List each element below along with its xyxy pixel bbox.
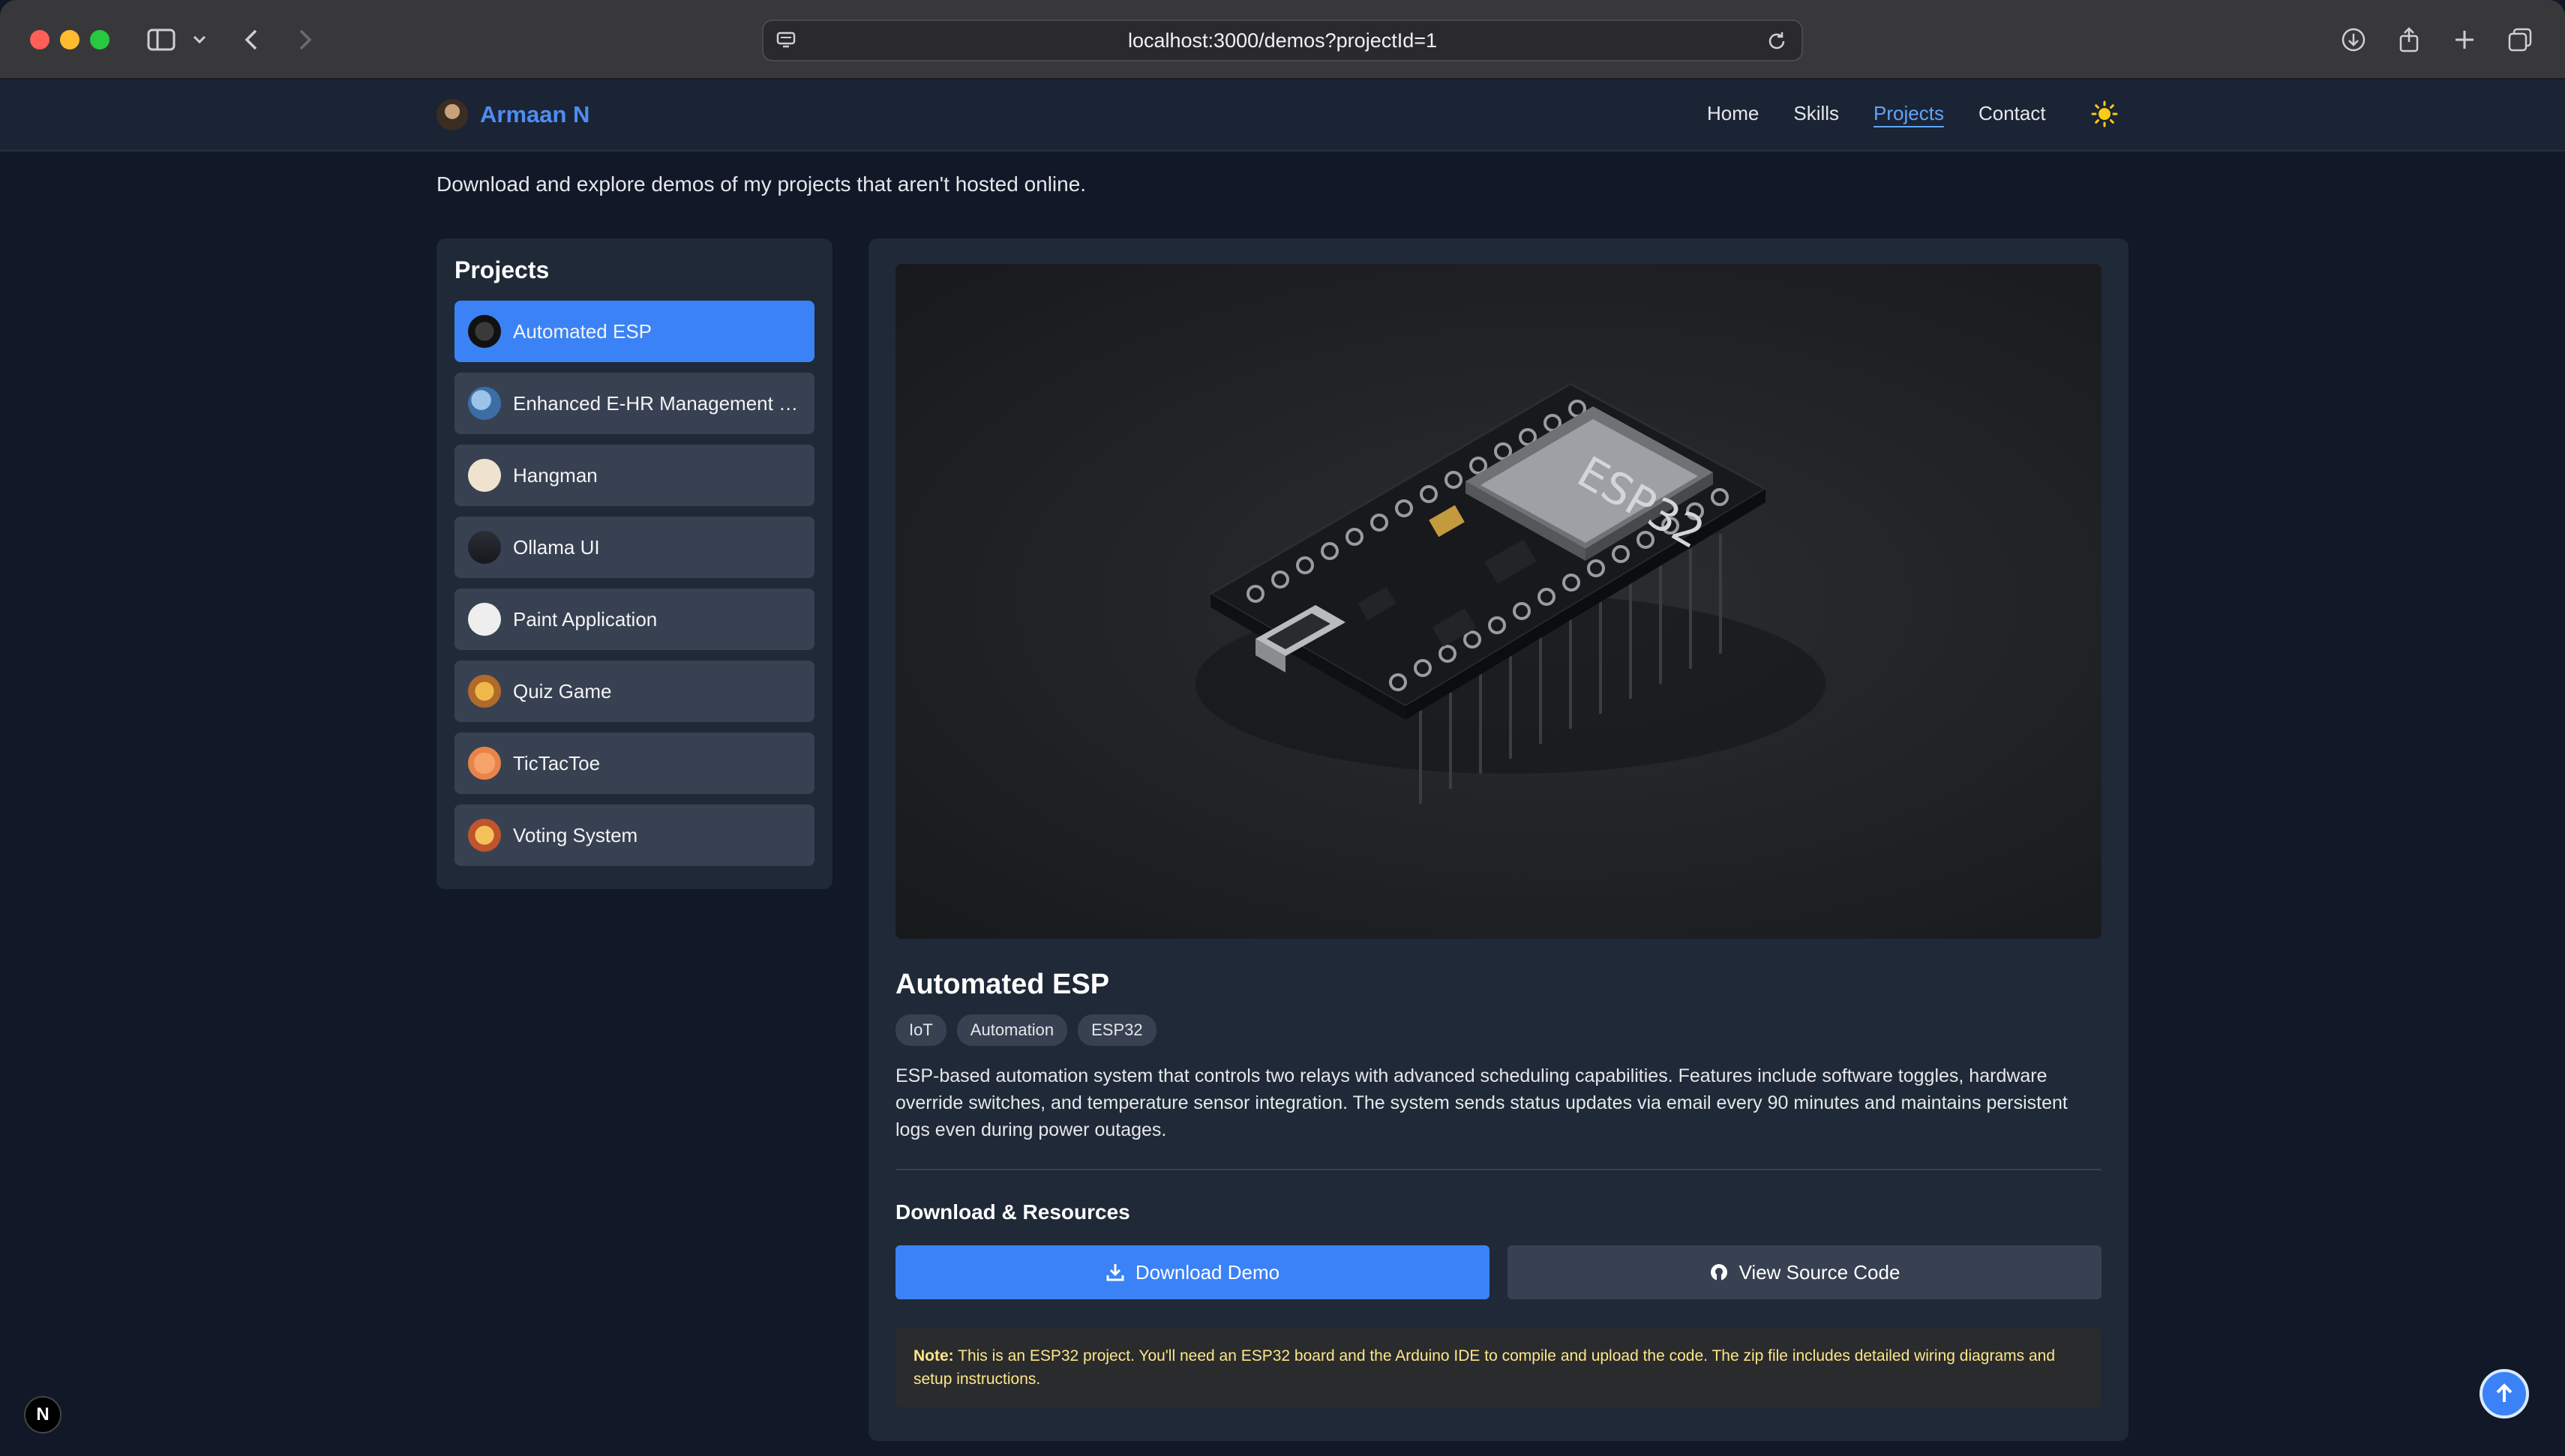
nav-link-skills[interactable]: Skills: [1793, 102, 1839, 125]
sidebar-item-hangman[interactable]: Hangman: [454, 445, 814, 506]
project-thumbnail: [468, 531, 501, 564]
sun-icon[interactable]: [2091, 100, 2118, 127]
scroll-to-top-button[interactable]: [2480, 1369, 2529, 1419]
browser-chrome: localhost:3000/demos?projectId=1: [0, 0, 2565, 79]
sidebar-item-label: Hangman: [513, 463, 598, 487]
sidebar-item-label: Paint Application: [513, 607, 658, 631]
nav-link-projects[interactable]: Projects: [1874, 102, 1944, 125]
tag-badge: ESP32: [1078, 1014, 1156, 1046]
sidebar-item-label: Quiz Game: [513, 679, 612, 703]
view-source-button[interactable]: View Source Code: [1508, 1245, 2102, 1299]
project-thumbnail: [468, 747, 501, 780]
project-thumbnail: [468, 315, 501, 348]
avatar: [436, 99, 468, 130]
divider: [896, 1169, 2102, 1170]
note-label: Note:: [914, 1347, 954, 1365]
view-source-label: View Source Code: [1738, 1260, 1900, 1284]
sidebar-item-tictactoe[interactable]: TicTacToe: [454, 732, 814, 794]
url-text: localhost:3000/demos?projectId=1: [1127, 28, 1438, 52]
project-detail-panel: ESP32 Automated ESP IoT Automation ESP32…: [868, 238, 2128, 1441]
close-window-button[interactable]: [30, 30, 50, 49]
sidebar-item-label: Ollama UI: [513, 535, 600, 559]
new-tab-icon[interactable]: [2450, 22, 2480, 57]
project-thumbnail: [468, 675, 501, 708]
dev-tools-badge[interactable]: N: [24, 1396, 62, 1434]
page-icon: [776, 30, 796, 56]
tag-badge: Automation: [956, 1014, 1068, 1046]
sidebar-item-voting-system[interactable]: Voting System: [454, 804, 814, 866]
sidebar-item-label: Enhanced E-HR Management S...: [513, 391, 801, 415]
brand[interactable]: Armaan N: [436, 99, 590, 130]
project-note: Note: This is an ESP32 project. You'll n…: [896, 1328, 2102, 1407]
sidebar-toggle-icon[interactable]: [144, 22, 178, 57]
tabs-overview-icon[interactable]: [2505, 22, 2535, 57]
back-icon[interactable]: [240, 22, 262, 57]
minimize-window-button[interactable]: [60, 30, 80, 49]
download-demo-label: Download Demo: [1135, 1260, 1280, 1284]
esp32-board-illustration: ESP32: [1196, 382, 1826, 804]
sidebar-item-label: Voting System: [513, 823, 638, 846]
project-title: Automated ESP: [896, 969, 1110, 1000]
project-thumbnail: [468, 603, 501, 636]
sidebar-item-quiz-game[interactable]: Quiz Game: [454, 661, 814, 722]
tag-badge: IoT: [896, 1014, 946, 1046]
resources-heading: Download & Resources: [896, 1200, 1130, 1224]
download-demo-button[interactable]: Download Demo: [896, 1245, 1490, 1299]
zoom-window-button[interactable]: [90, 30, 110, 49]
sidebar-item-label: Automated ESP: [513, 319, 652, 343]
forward-icon[interactable]: [294, 22, 316, 57]
brand-name: Armaan N: [480, 101, 590, 127]
reload-icon[interactable]: [1766, 30, 1788, 58]
sidebar-title: Projects: [454, 256, 550, 283]
resource-buttons: Download Demo View Source Code: [896, 1245, 2102, 1299]
nav-link-contact[interactable]: Contact: [1978, 102, 2046, 125]
site-navbar: Armaan N Home Skills Projects Contact: [0, 79, 2565, 151]
note-text: This is an ESP32 project. You'll need an…: [914, 1347, 2056, 1388]
project-description: ESP-based automation system that control…: [896, 1065, 2068, 1140]
sidebar-item-automated-esp[interactable]: Automated ESP: [454, 301, 814, 362]
download-icon: [1106, 1264, 1124, 1281]
project-tags: IoT Automation ESP32: [896, 1014, 2102, 1046]
download-icon[interactable]: [2338, 22, 2368, 57]
sidebar-item-enhanced-ehr[interactable]: Enhanced E-HR Management S...: [454, 373, 814, 434]
sidebar-item-paint-application[interactable]: Paint Application: [454, 589, 814, 650]
sidebar-item-label: TicTacToe: [513, 751, 601, 774]
chevron-down-icon[interactable]: [190, 22, 208, 57]
sidebar-item-ollama-ui[interactable]: Ollama UI: [454, 517, 814, 578]
nav-links: Home Skills Projects Contact: [1707, 102, 2046, 125]
page-intro: Download and explore demos of my project…: [436, 172, 1087, 196]
project-hero-image: ESP32: [896, 264, 2102, 939]
project-thumbnail: [468, 387, 501, 420]
arrow-up-icon: [2496, 1383, 2512, 1402]
github-icon: [1710, 1264, 1727, 1281]
project-thumbnail: [468, 819, 501, 852]
address-bar[interactable]: localhost:3000/demos?projectId=1: [762, 19, 1803, 61]
share-icon[interactable]: [2394, 22, 2424, 57]
nav-link-home[interactable]: Home: [1707, 102, 1759, 125]
project-thumbnail: [468, 459, 501, 492]
projects-sidebar: Projects Automated ESP Enhanced E-HR Man…: [436, 238, 832, 889]
